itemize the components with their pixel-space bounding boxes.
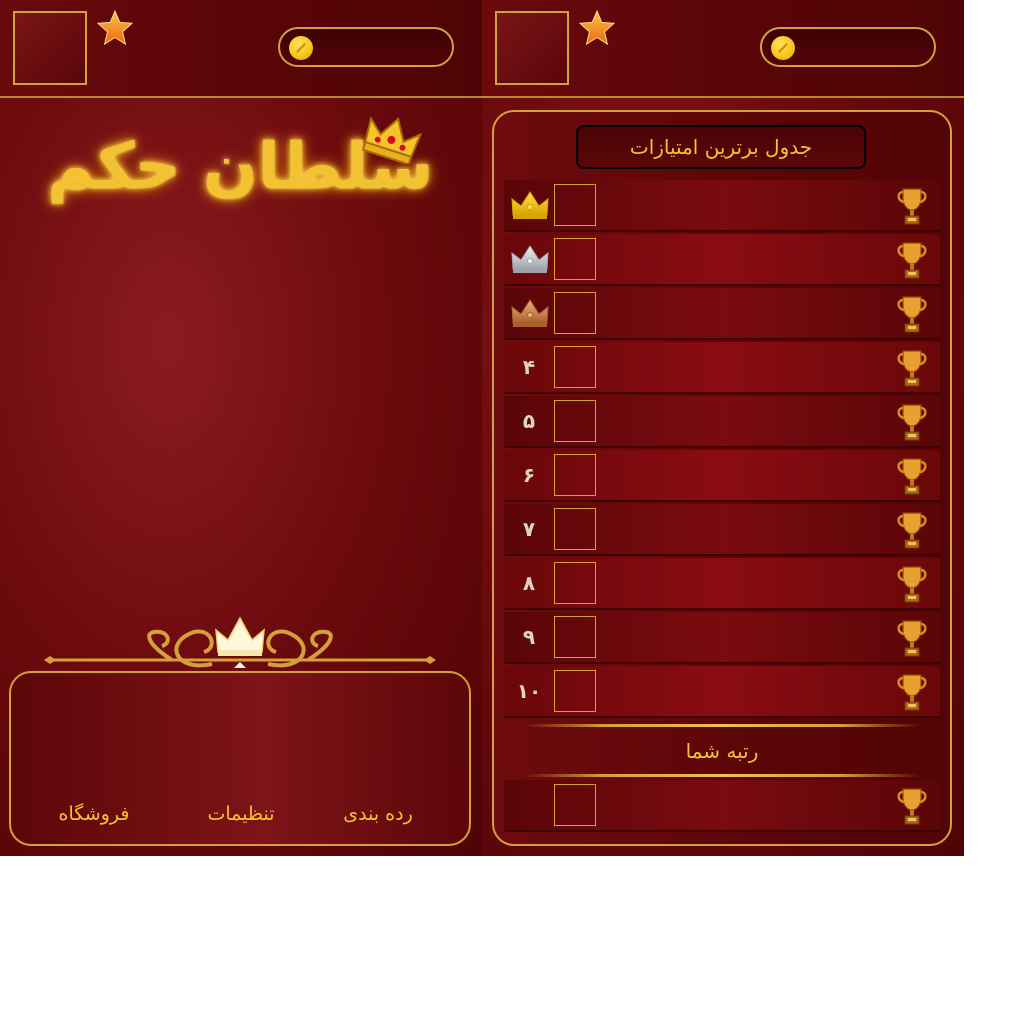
trophy-icon <box>897 242 927 279</box>
row-avatar <box>554 784 596 826</box>
row-rank-number: ۹ <box>522 625 536 649</box>
gold-crown-icon <box>511 191 549 219</box>
row-rank-number: ۷ <box>522 517 536 541</box>
bronze-crown-icon <box>511 299 549 327</box>
coin-icon <box>771 36 795 60</box>
bottom-menu-panel: فروشگاه تنظیمات رده بندی <box>9 671 471 846</box>
leaderboard-row[interactable] <box>504 180 940 232</box>
divider-line <box>524 774 920 777</box>
player-avatar[interactable] <box>13 11 87 85</box>
shop-button[interactable]: فروشگاه <box>29 803 159 825</box>
trophy-icon <box>897 566 927 603</box>
trophy-icon <box>897 188 927 225</box>
leaderboard-screen: جدول برترین امتیازات ۴ ۵ ۶ ۷ ۸ ۹ ۱۰ رتبه شما <box>482 0 964 856</box>
row-rank-number: ۴ <box>522 355 536 379</box>
row-avatar <box>554 184 596 226</box>
leaderboard-row[interactable]: ۸ <box>504 558 940 610</box>
star-icon <box>578 10 616 46</box>
silver-crown-icon <box>511 245 549 273</box>
crown-icon <box>362 115 422 164</box>
leaderboard-row[interactable]: ۷ <box>504 504 940 556</box>
leaderboard-row[interactable]: ۶ <box>504 450 940 502</box>
row-avatar <box>554 670 596 712</box>
coin-balance-bar[interactable] <box>760 27 936 67</box>
row-avatar <box>554 292 596 334</box>
row-rank-number: ۵ <box>522 409 536 433</box>
your-rank-label: رتبه شما <box>685 739 759 763</box>
row-avatar <box>554 454 596 496</box>
settings-button[interactable]: تنظیمات <box>176 803 306 825</box>
leaderboard-row[interactable]: ۱۰ <box>504 666 940 718</box>
trophy-icon <box>897 674 927 711</box>
row-avatar <box>554 508 596 550</box>
main-menu-screen: سلطان حکم فروشگاه تنظیمات رده بندی <box>0 0 482 856</box>
row-avatar <box>554 616 596 658</box>
trophy-icon <box>897 350 927 387</box>
row-avatar <box>554 346 596 388</box>
game-logo: سلطان حکم <box>40 110 440 220</box>
leaderboard-title: جدول برترین امتیازات <box>576 125 866 169</box>
row-rank-number: ۸ <box>522 571 536 595</box>
coin-icon <box>289 36 313 60</box>
trophy-icon <box>897 620 927 657</box>
trophy-icon <box>897 788 927 825</box>
leaderboard-row[interactable]: ۴ <box>504 342 940 394</box>
trophy-icon <box>897 458 927 495</box>
trophy-icon <box>897 404 927 441</box>
trophy-icon <box>897 296 927 333</box>
row-avatar <box>554 562 596 604</box>
trophy-icon <box>897 512 927 549</box>
your-rank-row[interactable] <box>504 780 940 832</box>
coin-balance-bar[interactable] <box>278 27 454 67</box>
row-avatar <box>554 400 596 442</box>
leaderboard-row[interactable]: ۹ <box>504 612 940 664</box>
ranking-button[interactable]: رده بندی <box>313 803 443 825</box>
leaderboard-row[interactable] <box>504 234 940 286</box>
row-avatar <box>554 238 596 280</box>
top-bar <box>482 0 964 98</box>
player-avatar[interactable] <box>495 11 569 85</box>
leaderboard-panel: جدول برترین امتیازات ۴ ۵ ۶ ۷ ۸ ۹ ۱۰ رتبه شما <box>492 110 952 846</box>
star-icon <box>96 10 134 46</box>
ornament-divider <box>44 616 436 668</box>
top-bar <box>0 0 482 98</box>
leaderboard-row[interactable] <box>504 288 940 340</box>
row-rank-number: ۶ <box>522 463 536 487</box>
leaderboard-row[interactable]: ۵ <box>504 396 940 448</box>
row-rank-number: ۱۰ <box>516 679 542 703</box>
